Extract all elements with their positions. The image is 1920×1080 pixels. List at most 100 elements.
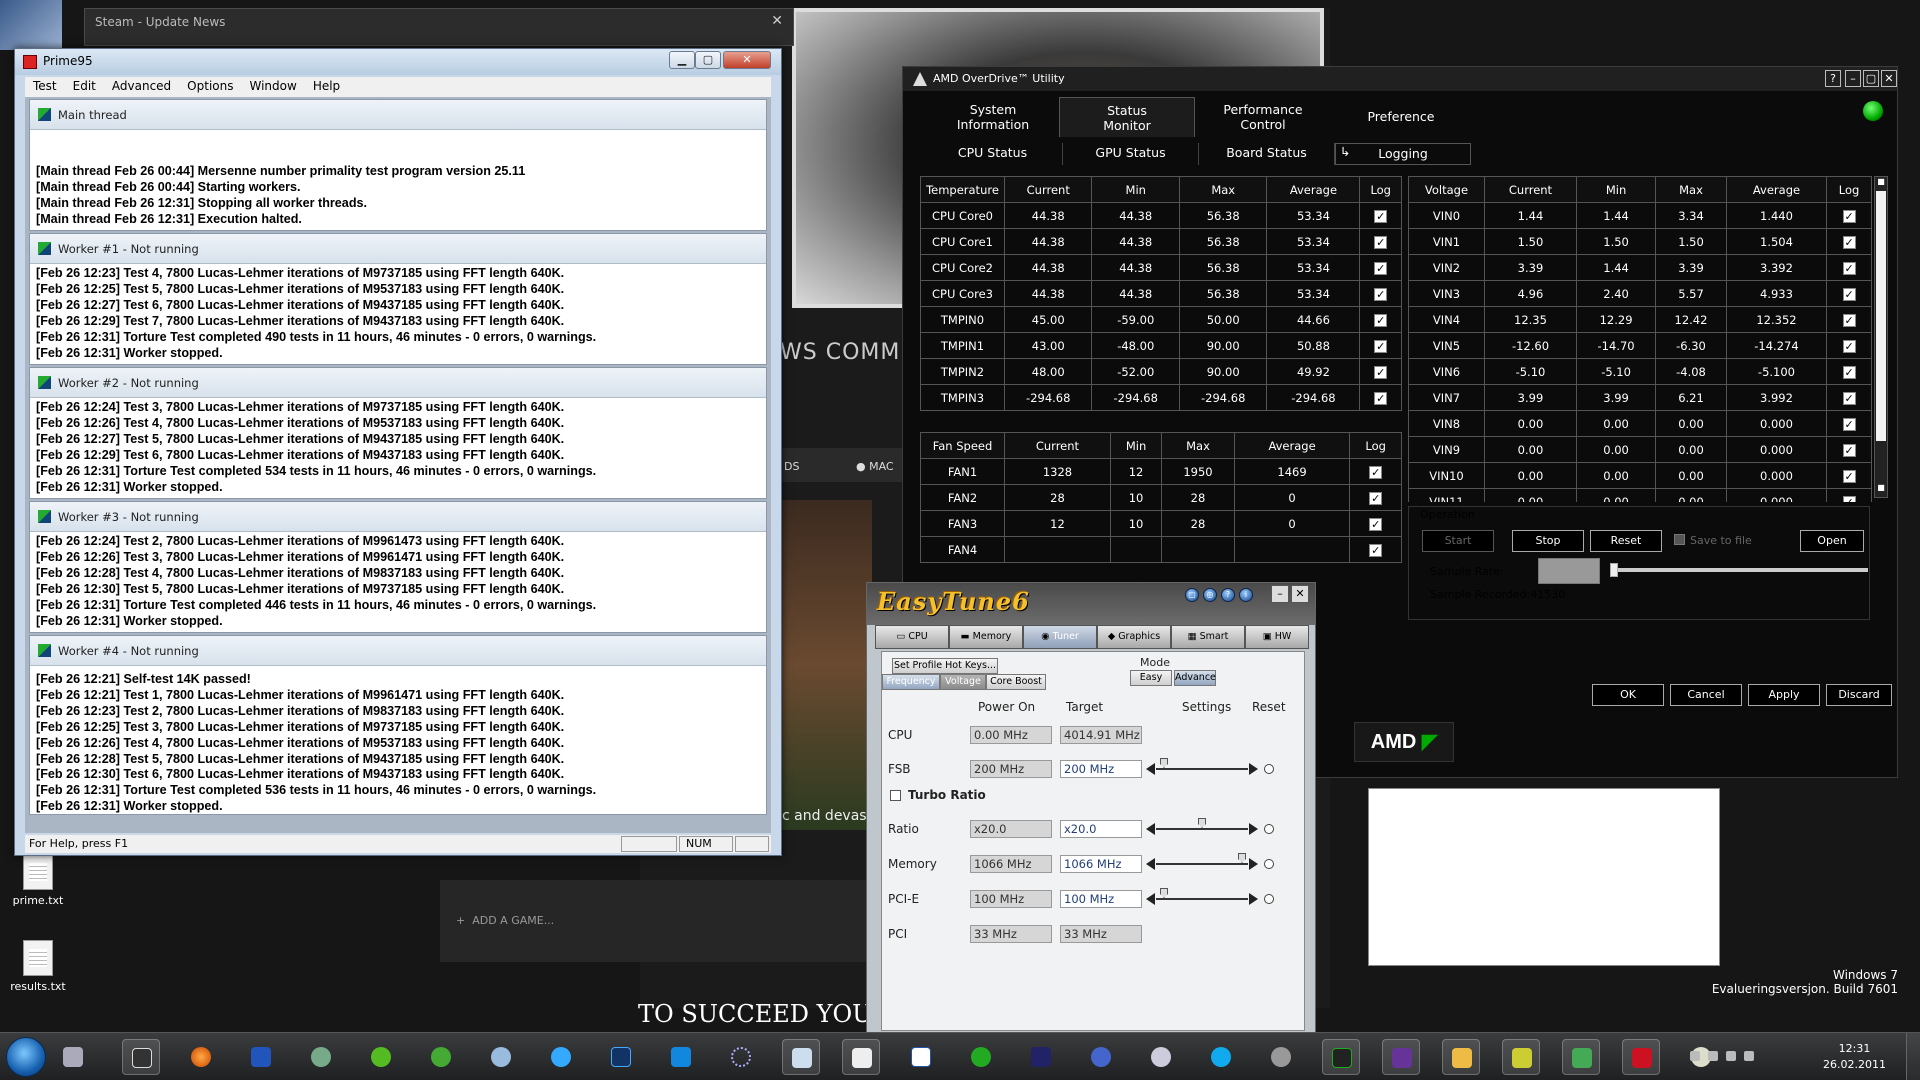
menu-advanced[interactable]: Advanced — [104, 77, 179, 95]
taskbar-explorer[interactable] — [1442, 1039, 1480, 1075]
prime95-titlebar[interactable]: Prime95 ▁ ▢ ✕ — [15, 49, 781, 75]
log-checkbox[interactable]: ✓ — [1374, 391, 1388, 405]
slider-left-arrow-icon[interactable] — [1146, 858, 1155, 870]
menu-edit[interactable]: Edit — [65, 77, 104, 95]
memory-reset-radio[interactable] — [1264, 859, 1274, 869]
taskbar-thunder-app[interactable] — [1082, 1039, 1120, 1075]
close-button[interactable]: ✕ — [723, 51, 771, 69]
slider-thumb[interactable] — [1160, 888, 1168, 898]
mode-advance-button[interactable]: Advance — [1174, 670, 1216, 686]
desktop-corner-icon[interactable] — [0, 0, 62, 50]
cancel-button[interactable]: Cancel — [1670, 684, 1742, 706]
pane-header[interactable]: Worker #1 - Not running — [30, 234, 766, 264]
slider-track[interactable] — [1156, 898, 1248, 900]
volume-icon[interactable] — [1744, 1051, 1754, 1061]
maximize-button[interactable]: ▢ — [695, 51, 721, 69]
save-to-file-checkbox[interactable] — [1674, 534, 1685, 545]
memory-slider[interactable] — [1146, 853, 1258, 871]
subtab-gpu-status[interactable]: GPU Status — [1063, 143, 1199, 165]
close-button[interactable]: ✕ — [1291, 585, 1309, 603]
info-icon[interactable]: i — [1239, 588, 1253, 602]
tab-system-information[interactable]: System Information — [923, 97, 1063, 137]
reset-button[interactable]: Reset — [1590, 530, 1662, 552]
taskbar-cpuid[interactable] — [242, 1039, 280, 1075]
pane-header[interactable]: Worker #4 - Not running — [30, 636, 766, 666]
log-checkbox[interactable]: ✓ — [1842, 391, 1856, 405]
pane-main-thread[interactable]: Main thread [Main thread Feb 26 00:44] M… — [29, 99, 767, 231]
log-checkbox[interactable]: ✓ — [1374, 209, 1388, 223]
taskbar-utorrent[interactable] — [422, 1039, 460, 1075]
ok-button[interactable]: OK — [1592, 684, 1664, 706]
slider-thumb[interactable] — [1198, 818, 1206, 828]
log-checkbox[interactable]: ✓ — [1374, 313, 1388, 327]
log-checkbox[interactable]: ✓ — [1374, 365, 1388, 379]
taskbar-headset-app[interactable] — [1142, 1039, 1180, 1075]
log-checkbox[interactable]: ✓ — [1369, 543, 1383, 557]
taskbar-steam[interactable] — [122, 1039, 160, 1075]
log-checkbox[interactable]: ✓ — [1842, 209, 1856, 223]
log-checkbox[interactable]: ✓ — [1842, 365, 1856, 379]
tab-status-monitor[interactable]: Status Monitor — [1059, 97, 1195, 137]
apply-button[interactable]: Apply — [1748, 684, 1820, 706]
pane-header[interactable]: Worker #3 - Not running — [30, 502, 766, 532]
slider-right-arrow-icon[interactable] — [1249, 763, 1258, 775]
taskbar-disc-app[interactable] — [1262, 1039, 1300, 1075]
show-desktop-button[interactable] — [1906, 1033, 1920, 1080]
log-checkbox[interactable]: ✓ — [1842, 261, 1856, 275]
subtab-board-status[interactable]: Board Status — [1199, 143, 1335, 165]
menu-help[interactable]: Help — [305, 77, 348, 95]
pcie-reset-radio[interactable] — [1264, 894, 1274, 904]
slider-left-arrow-icon[interactable] — [1146, 823, 1155, 835]
taskbar-orb[interactable] — [962, 1039, 1000, 1075]
taskbar-teamviewer[interactable] — [662, 1039, 700, 1075]
stop-button[interactable]: Stop — [1512, 530, 1584, 552]
tray-expand-icon[interactable] — [1690, 1051, 1700, 1061]
voltage-scrollbar[interactable]: ■ ■ — [1874, 176, 1888, 498]
log-checkbox[interactable]: ✓ — [1374, 235, 1388, 249]
tab-hw-monitor[interactable]: ▣ HW Monitor — [1245, 625, 1309, 664]
taskbar-spotify[interactable] — [362, 1039, 400, 1075]
memory-target-field[interactable]: 1066 MHz — [1060, 855, 1142, 873]
tab-preference[interactable]: Preference — [1333, 97, 1469, 137]
taskbar-hwmonitor[interactable] — [1502, 1039, 1540, 1075]
log-checkbox[interactable]: ✓ — [1842, 443, 1856, 457]
log-checkbox[interactable]: ✓ — [1842, 313, 1856, 327]
slider-left-arrow-icon[interactable] — [1146, 893, 1155, 905]
log-checkbox[interactable]: ✓ — [1842, 469, 1856, 483]
log-checkbox[interactable]: ✓ — [1369, 491, 1383, 505]
tab-cpu[interactable]: ▭ CPU — [875, 625, 949, 649]
taskbar-firefox[interactable] — [182, 1039, 220, 1075]
pcie-slider[interactable] — [1146, 888, 1258, 906]
easytune-header[interactable]: EasyTune6 ▢ ◎ ? i – ✕ — [867, 583, 1315, 625]
slider-track[interactable] — [1156, 863, 1248, 865]
pane-worker-2[interactable]: Worker #2 - Not running [Feb 26 12:24] T… — [29, 367, 767, 499]
log-checkbox[interactable]: ✓ — [1842, 235, 1856, 249]
ratio-slider[interactable] — [1146, 818, 1258, 836]
maximize-button[interactable]: ▢ — [1863, 70, 1879, 87]
desktop-icon-prime-txt[interactable]: prime.txt — [0, 854, 76, 907]
desktop-icon-results-txt[interactable]: results.txt — [0, 940, 76, 993]
turbo-ratio-checkbox[interactable] — [890, 790, 901, 801]
minimize-button[interactable]: – — [1271, 585, 1289, 603]
scroll-thumb[interactable] — [1876, 191, 1886, 441]
fsb-reset-radio[interactable] — [1264, 764, 1274, 774]
taskbar-notepad[interactable] — [842, 1039, 880, 1075]
ratio-reset-radio[interactable] — [1264, 824, 1274, 834]
sample-rate-slider-track[interactable] — [1612, 568, 1868, 572]
options-icon[interactable]: ◎ — [1203, 588, 1217, 602]
slider-right-arrow-icon[interactable] — [1249, 893, 1258, 905]
tab-tuner[interactable]: ◉ Tuner — [1023, 625, 1097, 649]
log-checkbox[interactable]: ✓ — [1374, 261, 1388, 275]
tab-performance-control[interactable]: Performance Control — [1195, 97, 1331, 137]
taskbar-recycle-bin[interactable] — [54, 1039, 92, 1075]
taskbar-circle-tool[interactable] — [722, 1039, 760, 1075]
taskbar-shield-app[interactable] — [1022, 1039, 1060, 1075]
slider-thumb[interactable] — [1160, 758, 1168, 768]
steam-tab-mac[interactable]: ● MAC — [856, 460, 894, 473]
steam-tab-ds[interactable]: DS — [784, 460, 799, 473]
subtab-core-boost[interactable]: Core Boost — [986, 674, 1046, 690]
close-button[interactable]: ✕ — [1881, 70, 1897, 87]
log-checkbox[interactable]: ✓ — [1842, 417, 1856, 431]
slider-right-arrow-icon[interactable] — [1249, 858, 1258, 870]
pane-worker-4[interactable]: Worker #4 - Not running [Feb 26 12:21] S… — [29, 635, 767, 815]
